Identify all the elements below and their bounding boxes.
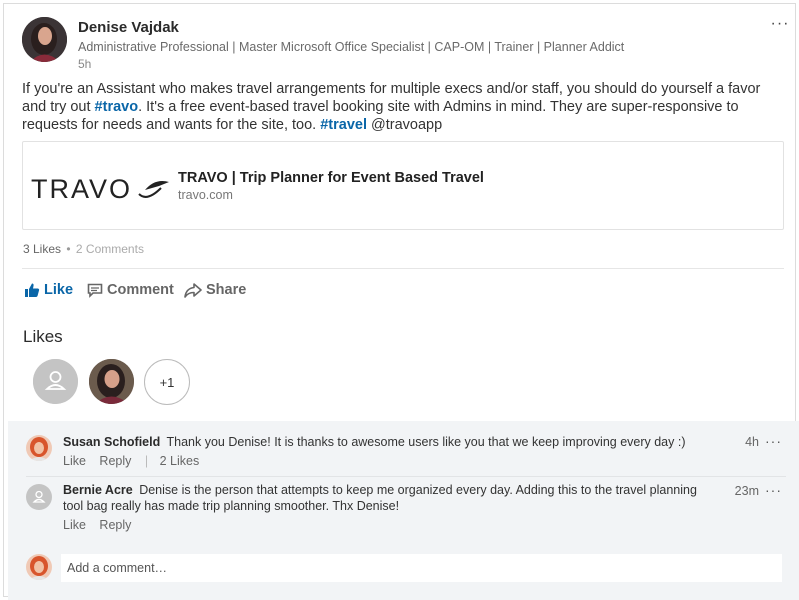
comment-text-block: Susan Schofield Thank you Denise! It is …: [63, 434, 713, 450]
more-options-button[interactable]: ···: [770, 15, 790, 32]
comment-text: Thank you Denise! It is thanks to awesom…: [166, 435, 686, 449]
comment-like-button[interactable]: Like: [63, 454, 86, 468]
comment-text: Denise is the person that attempts to ke…: [63, 483, 697, 513]
author-avatar[interactable]: [22, 17, 67, 62]
liker-avatar-denise[interactable]: [89, 359, 134, 404]
thumbs-up-icon: [25, 283, 40, 297]
comment-reply-button[interactable]: Reply: [99, 454, 131, 468]
hashtag-travo-link[interactable]: #travo: [95, 99, 139, 115]
comment-actions: Like Reply | 2 Likes: [63, 454, 209, 468]
share-button-label: Share: [206, 282, 247, 298]
add-comment-row: [8, 550, 799, 584]
commenter-avatar-placeholder[interactable]: [26, 484, 52, 510]
comment-timestamp: 23m: [734, 484, 759, 498]
social-counts: 3 Likes • 2 Comments: [23, 242, 144, 256]
commenter-avatar[interactable]: [26, 435, 52, 461]
comment-more-options[interactable]: ···: [765, 482, 782, 498]
comment-icon: [87, 283, 103, 298]
add-comment-input[interactable]: [61, 554, 782, 582]
post-timestamp: 5h: [78, 57, 92, 71]
comment-more-options[interactable]: ···: [765, 433, 782, 449]
person-icon: [26, 484, 52, 510]
comments-count[interactable]: 2 Comments: [76, 242, 144, 256]
post-text-part: @travoapp: [367, 117, 443, 133]
travo-logo-text: TRAVO: [31, 174, 132, 204]
comment-likes-count[interactable]: 2 Likes: [160, 454, 200, 468]
post-body-text: If you're an Assistant who makes travel …: [22, 80, 782, 134]
more-likers-button[interactable]: +1: [144, 359, 190, 405]
share-button[interactable]: Share: [184, 280, 246, 300]
post-header: Denise Vajdak Administrative Professiona…: [22, 15, 788, 73]
hashtag-travel-link[interactable]: #travel: [320, 117, 367, 133]
comment-like-button[interactable]: Like: [63, 518, 86, 532]
share-arrow-icon: [184, 283, 202, 298]
travo-logo: TRAVO: [31, 170, 171, 206]
counts-separator: •: [66, 242, 71, 256]
likes-heading: Likes: [23, 327, 63, 346]
like-button[interactable]: Like: [24, 280, 73, 300]
liker-avatar-placeholder[interactable]: [33, 359, 78, 404]
comment-author[interactable]: Bernie Acre: [63, 483, 133, 497]
comment-author[interactable]: Susan Schofield: [63, 435, 160, 449]
like-button-label: Like: [44, 282, 74, 298]
post-card: Denise Vajdak Administrative Professiona…: [3, 3, 799, 600]
comment-timestamp: 4h: [745, 435, 759, 449]
author-name[interactable]: Denise Vajdak: [78, 19, 179, 36]
comment-actions-divider: |: [144, 454, 149, 468]
link-preview-domain: travo.com: [178, 188, 233, 202]
link-preview-card[interactable]: TRAVO TRAVO | Trip Planner for Event Bas…: [22, 141, 784, 230]
actions-divider: [22, 268, 784, 269]
comments-section: Susan Schofield Thank you Denise! It is …: [8, 421, 799, 600]
comment-button-label: Comment: [107, 282, 174, 298]
comment-actions: Like Reply: [63, 518, 141, 532]
person-icon: [33, 359, 78, 404]
comments-divider: [26, 476, 786, 477]
link-preview-title[interactable]: TRAVO | Trip Planner for Event Based Tra…: [178, 170, 484, 186]
comment-reply-button[interactable]: Reply: [99, 518, 131, 532]
author-headline: Administrative Professional | Master Mic…: [78, 40, 625, 54]
current-user-avatar: [26, 554, 52, 580]
likes-count[interactable]: 3 Likes: [23, 242, 61, 256]
comment-text-block: Bernie Acre Denise is the person that at…: [63, 482, 713, 514]
